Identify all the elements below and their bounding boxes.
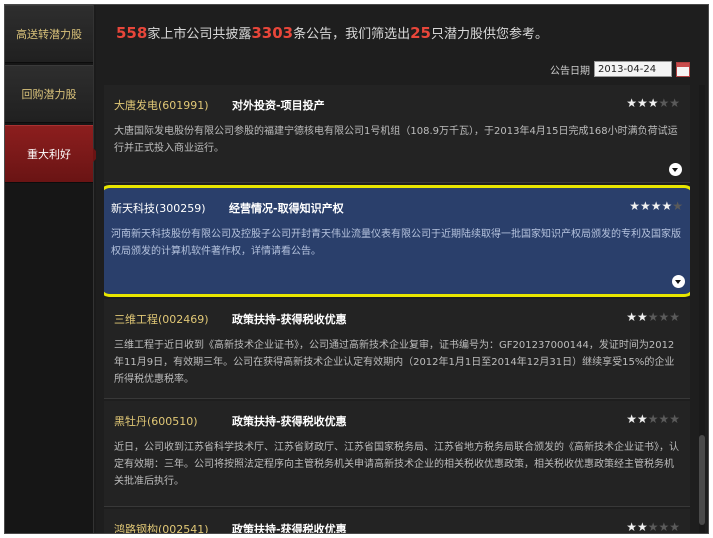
announcement-card[interactable]: 黑牡丹(600510) 政策扶持-获得税收优惠 ★★★★★ 近日，公司收到江苏省… xyxy=(104,401,690,507)
sidebar-item-high-transfer[interactable]: 高送转潜力股 xyxy=(5,5,93,63)
rating-stars: ★★★★★ xyxy=(626,412,680,426)
card-header: 新天科技(300259) 经营情况-取得知识产权 ★★★★★ xyxy=(111,199,683,216)
announcement-title: 政策扶持-获得税收优惠 xyxy=(232,523,347,533)
scrollbar-thumb[interactable] xyxy=(699,435,705,525)
picked-count: 25 xyxy=(410,24,431,42)
calendar-icon[interactable] xyxy=(676,61,690,77)
announcement-card-highlighted[interactable]: 新天科技(300259) 经营情况-取得知识产权 ★★★★★ 河南新天科技股份有… xyxy=(104,185,690,297)
stock-name[interactable]: 新天科技(300259) xyxy=(111,200,206,216)
sidebar-item-buyback[interactable]: 回购潜力股 xyxy=(5,65,93,123)
announcement-title: 经营情况-取得知识产权 xyxy=(229,202,344,215)
announcement-body: 近日，公司收到江苏省科学技术厅、江苏省财政厅、江苏省国家税务局、江苏省地方税务局… xyxy=(114,442,679,487)
announcement-card[interactable]: 大唐发电(601991) 对外投资-项目投产 ★★★★★ 大唐国际发电股份有限公… xyxy=(104,85,690,183)
announcement-card[interactable]: 鸿路钢构(002541) 政策扶持-获得税收优惠 ★★★★★ xyxy=(104,509,690,533)
announcement-body: 河南新天科技股份有限公司及控股子公司开封青天伟业流量仪表有限公司于近期陆续取得一… xyxy=(111,229,681,257)
date-label: 公告日期 xyxy=(550,65,590,77)
sidebar-item-label: 高送转潜力股 xyxy=(16,28,82,41)
scrollbar[interactable] xyxy=(699,85,705,533)
summary-text-1: 家上市公司共披露 xyxy=(147,27,252,42)
announcement-title: 政策扶持-获得税收优惠 xyxy=(232,313,347,326)
company-count: 558 xyxy=(116,24,148,42)
card-header: 三维工程(002469) 政策扶持-获得税收优惠 ★★★★★ xyxy=(114,310,680,327)
announcement-title: 政策扶持-获得税收优惠 xyxy=(232,415,347,428)
announcement-list: 大唐发电(601991) 对外投资-项目投产 ★★★★★ 大唐国际发电股份有限公… xyxy=(104,85,690,533)
date-filter: 公告日期 2013-04-24 xyxy=(550,61,690,77)
card-header: 鸿路钢构(002541) 政策扶持-获得税收优惠 ★★★★★ xyxy=(114,520,680,533)
summary-line: 558家上市公司共披露3303条公告，我们筛选出25只潜力股供您参考。 xyxy=(116,23,548,42)
announcement-body: 大唐国际发电股份有限公司参股的福建宁德核电有限公司1号机组（108.9万千瓦），… xyxy=(114,126,678,154)
announcement-title: 对外投资-项目投产 xyxy=(232,99,325,112)
announcement-count: 3303 xyxy=(251,24,294,42)
stock-name[interactable]: 鸿路钢构(002541) xyxy=(114,521,209,533)
sidebar-item-label: 重大利好 xyxy=(27,148,71,161)
sidebar-item-major-good-news[interactable]: 重大利好 xyxy=(5,125,100,183)
main-panel: 558家上市公司共披露3303条公告，我们筛选出25只潜力股供您参考。 公告日期… xyxy=(96,5,708,533)
date-input[interactable]: 2013-04-24 xyxy=(594,61,672,77)
announcement-card[interactable]: 三维工程(002469) 政策扶持-获得税收优惠 ★★★★★ 三维工程于近日收到… xyxy=(104,299,690,399)
sidebar-item-label: 回购潜力股 xyxy=(21,88,77,101)
stock-name[interactable]: 三维工程(002469) xyxy=(114,311,209,327)
rating-stars: ★★★★★ xyxy=(626,96,680,110)
summary-text-3: 只潜力股供您参考。 xyxy=(430,27,548,42)
stock-name[interactable]: 黑牡丹(600510) xyxy=(114,413,198,429)
sidebar: 高送转潜力股 回购潜力股 重大利好 xyxy=(5,5,100,533)
rating-stars: ★★★★★ xyxy=(626,310,680,324)
announcement-body: 三维工程于近日收到《高新技术企业证书》，公司通过高新技术企业复审，证书编号为：G… xyxy=(114,340,675,385)
rating-stars: ★★★★★ xyxy=(629,199,683,213)
rating-stars: ★★★★★ xyxy=(626,520,680,533)
summary-text-2: 条公告，我们筛选出 xyxy=(293,27,411,42)
expand-icon[interactable] xyxy=(669,163,682,176)
expand-icon[interactable] xyxy=(672,275,685,288)
stock-name[interactable]: 大唐发电(601991) xyxy=(114,97,209,113)
card-header: 黑牡丹(600510) 政策扶持-获得税收优惠 ★★★★★ xyxy=(114,412,680,429)
app-frame: 高送转潜力股 回购潜力股 重大利好 558家上市公司共披露3303条公告，我们筛… xyxy=(4,4,709,534)
card-header: 大唐发电(601991) 对外投资-项目投产 ★★★★★ xyxy=(114,96,680,113)
